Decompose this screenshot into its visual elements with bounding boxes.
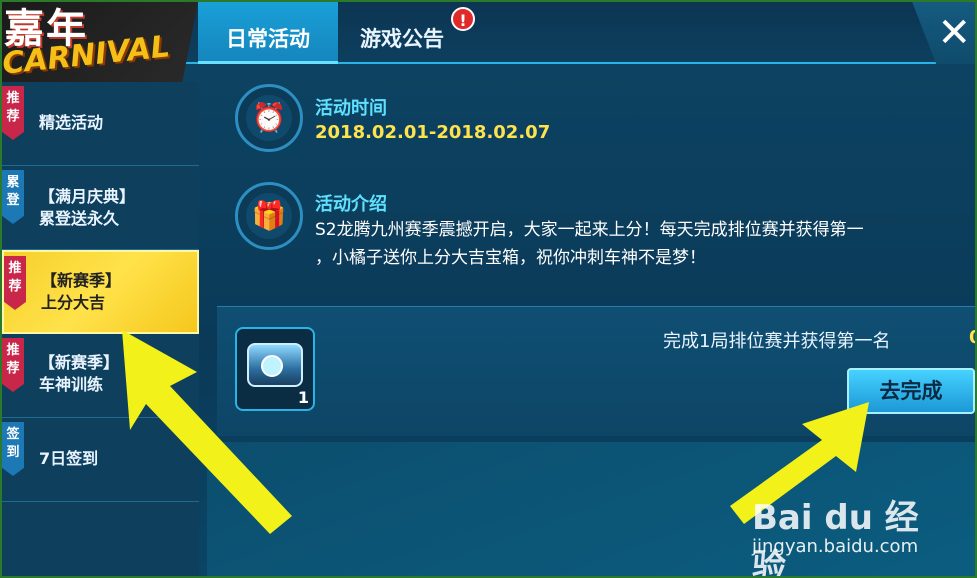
tab-daily-activities[interactable]: 日常活动 <box>198 2 338 64</box>
task-description: 完成1局排位赛并获得第一名 <box>663 331 891 352</box>
sidebar-item-full-moon[interactable]: 累登 【满月庆典】 累登送永久 <box>2 166 199 250</box>
close-button[interactable]: ✕ <box>912 2 975 64</box>
gift-icon: 🎁 <box>235 182 303 250</box>
baidu-watermark: Bai du 经验 jingyan.baidu.com <box>752 490 952 576</box>
sidebar-item-sublabel: 上分大吉 <box>41 293 106 312</box>
sidebar-item-label: 【满月庆典】 <box>39 187 136 206</box>
close-icon: ✕ <box>937 10 971 56</box>
watermark-url: jingyan.baidu.com <box>752 536 919 557</box>
checkin-tag: 签到 <box>2 422 24 476</box>
sidebar-item-label: 精选活动 <box>39 113 104 132</box>
sidebar-item-featured[interactable]: 推荐 精选活动 <box>2 82 199 166</box>
tab-game-announcements[interactable]: 游戏公告 <box>347 2 457 64</box>
activity-time-value: 2018.02.01-2018.02.07 <box>315 122 551 143</box>
watermark-brand: Bai du 经验 <box>752 498 919 578</box>
sidebar-item-label: 7日签到 <box>39 449 99 468</box>
login-tag: 累登 <box>2 170 24 224</box>
app-window: 日常活动 游戏公告 ! ✕ 嘉年 CARNIVAL 推荐 精选活动 累登 【满月… <box>0 0 977 578</box>
carnival-logo: 嘉年 CARNIVAL <box>2 2 198 82</box>
activity-intro-line1: S2龙腾九州赛季震撼开启，大家一起来上分！每天完成排位赛并获得第一 <box>315 220 864 240</box>
sidebar-item-sublabel: 累登送永久 <box>39 209 120 228</box>
recommend-tag: 推荐 <box>2 86 24 140</box>
yellow-arrow-left <box>122 330 292 534</box>
activity-time-title: 活动时间 <box>315 98 387 119</box>
sidebar-item-label: 【新赛季】 <box>41 271 122 290</box>
alarm-clock-icon: ⏰ <box>235 84 303 152</box>
recommend-tag: 推荐 <box>2 338 24 392</box>
recommend-tag: 推荐 <box>4 256 26 310</box>
sidebar-item-sublabel: 车神训练 <box>39 375 104 394</box>
activity-intro-title: 活动介绍 <box>315 194 387 215</box>
notice-badge: ! <box>451 7 475 31</box>
activity-intro-line2: ，小橘子送你上分大吉宝箱，祝你冲刺车神不是梦！ <box>315 248 706 268</box>
task-progress: 0/ <box>969 327 975 348</box>
